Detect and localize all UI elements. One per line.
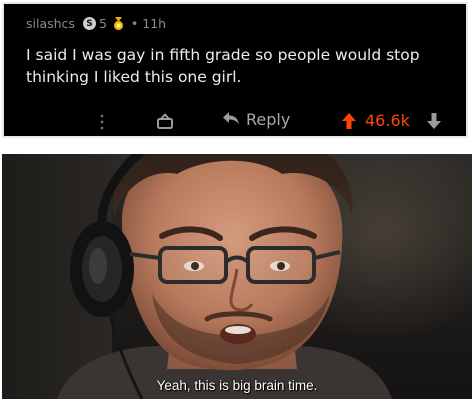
comment-card: silashcs S 5 • 11h I said I was gay in f… — [2, 2, 468, 138]
karma-badge-icon: S — [82, 17, 96, 30]
timestamp: 11h — [142, 16, 167, 31]
man-with-headphones-illustration — [57, 154, 392, 399]
downvote-arrow-icon[interactable] — [426, 112, 442, 134]
award-medal-icon — [112, 16, 125, 31]
reply-label: Reply — [246, 110, 291, 129]
comment-body: I said I was gay in fifth grade so peopl… — [26, 46, 420, 86]
username[interactable]: silashcs — [26, 16, 75, 31]
comment-actions: Reply 46.6k — [4, 108, 466, 136]
separator-dot: • — [130, 16, 139, 31]
gift-icon[interactable] — [156, 112, 174, 134]
vote-score: 46.6k — [365, 111, 410, 130]
more-vertical-icon[interactable] — [99, 114, 105, 134]
meme-image: Yeah, this is big brain time. — [2, 154, 472, 399]
upvote-arrow-icon[interactable] — [341, 112, 357, 134]
comment-meta: silashcs S 5 • 11h — [26, 16, 166, 31]
meme-caption: Yeah, this is big brain time. — [156, 378, 318, 393]
reply-button[interactable]: Reply — [222, 110, 290, 129]
reply-arrow-icon — [222, 111, 240, 129]
karma-count: 5 — [98, 16, 107, 31]
